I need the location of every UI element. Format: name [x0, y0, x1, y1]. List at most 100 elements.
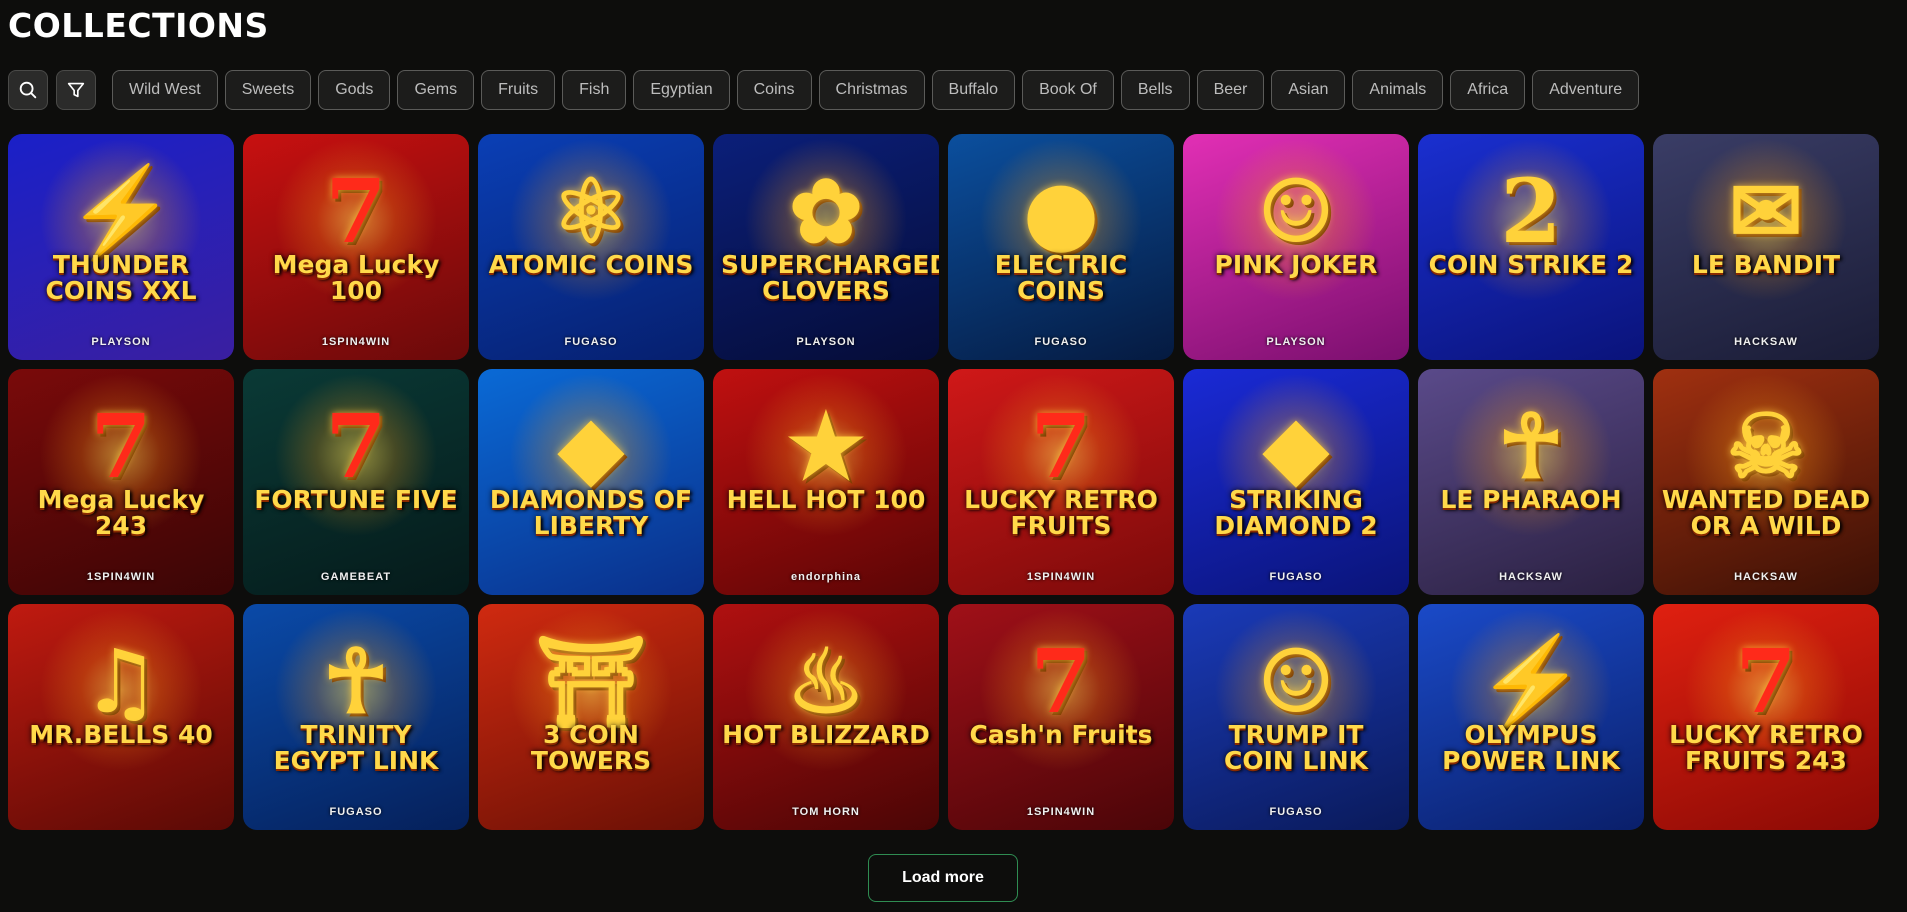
game-art-icon: ☺ — [1256, 628, 1336, 733]
category-chip[interactable]: Egyptian — [633, 70, 730, 110]
game-tile[interactable]: ☥ LE PHARAOH HACKSAW — [1418, 369, 1644, 595]
game-art-icon: ☥ — [1498, 393, 1564, 498]
game-title: HOT BLIZZARD — [722, 720, 930, 749]
game-provider-logo: FUGASO — [329, 806, 383, 818]
game-tile[interactable]: ☥ TRINITY EGYPT LINK FUGASO — [243, 604, 469, 830]
game-tile[interactable]: ♨ HOT BLIZZARD TOM HORN — [713, 604, 939, 830]
category-chips: Wild West Sweets Gods Gems Fruits Fish Egyptia… — [112, 70, 1640, 110]
game-title: Cash'n Fruits — [969, 720, 1153, 749]
game-provider-logo: 1SPIN4WIN — [86, 571, 156, 583]
game-provider-logo: 1SPIN4WIN — [1026, 806, 1096, 818]
game-tile[interactable]: 7 Mega Lucky 100 1SPIN4WIN — [243, 134, 469, 360]
game-title: STRIKING DIAMOND 2 — [1214, 485, 1378, 540]
game-art-icon: ⚡ — [66, 158, 176, 263]
game-provider-logo: HACKSAW — [1734, 571, 1798, 583]
game-art-icon: 7 — [1735, 628, 1797, 733]
game-provider-logo: 1SPIN4WIN — [321, 336, 391, 348]
game-provider-logo: HACKSAW — [1734, 336, 1798, 348]
game-title: COIN STRIKE 2 — [1428, 250, 1634, 279]
game-art-icon: ✉ — [1729, 158, 1803, 263]
game-tile[interactable]: ✿ SUPERCHARGED CLOVERS PLAYSON — [713, 134, 939, 360]
game-provider-logo: FUGASO — [1269, 806, 1323, 818]
game-art-icon: 7 — [1030, 393, 1092, 498]
category-chip[interactable]: Asian — [1271, 70, 1346, 110]
game-title: LE PHARAOH — [1440, 485, 1622, 514]
game-provider-logo: PLAYSON — [796, 336, 856, 348]
game-tile[interactable]: 7 Mega Lucky 243 1SPIN4WIN — [8, 369, 234, 595]
game-title: THUNDER COINS XXL — [45, 250, 197, 305]
game-tile[interactable]: 7 LUCKY RETRO FRUITS 1SPIN4WIN — [948, 369, 1174, 595]
search-icon — [19, 81, 37, 99]
game-title: TRINITY EGYPT LINK — [273, 720, 439, 775]
category-chip[interactable]: Gems — [397, 70, 475, 110]
game-art-icon: 2 — [1500, 158, 1562, 263]
game-art-icon: 7 — [90, 393, 152, 498]
game-title: Mega Lucky 100 — [272, 250, 440, 305]
game-title: LUCKY RETRO FRUITS 243 — [1669, 720, 1863, 775]
game-art-icon: ★ — [786, 393, 866, 498]
category-chip[interactable]: Beer — [1196, 70, 1265, 110]
category-chip[interactable]: Book Of — [1022, 70, 1114, 110]
category-chip[interactable]: Sweets — [224, 70, 312, 110]
game-provider-logo: PLAYSON — [91, 336, 151, 348]
game-tile[interactable]: ⚛ ATOMIC COINS FUGASO — [478, 134, 704, 360]
filter-button[interactable] — [56, 70, 96, 110]
game-art-icon: ♨ — [786, 628, 866, 733]
category-chip[interactable]: Fish — [562, 70, 627, 110]
game-art-icon: ⚡ — [1476, 628, 1586, 733]
game-tile[interactable]: ◆ DIAMONDS OF LIBERTY — [478, 369, 704, 595]
game-title: ELECTRIC COINS — [994, 250, 1128, 305]
game-art-icon: 7 — [325, 393, 387, 498]
game-title: SUPERCHARGED CLOVERS — [721, 250, 939, 305]
game-title: 3 COIN TOWERS — [530, 720, 652, 775]
game-art-icon: ♫ — [81, 628, 161, 733]
game-grid: ⚡ THUNDER COINS XXL PLAYSON 7 Mega Lucky 100… — [8, 134, 1879, 830]
game-tile[interactable]: ★ HELL HOT 100 endorphina — [713, 369, 939, 595]
search-button[interactable] — [8, 70, 48, 110]
game-tile[interactable]: ⚡ OLYMPUS POWER LINK — [1418, 604, 1644, 830]
game-title: MR.BELLS 40 — [29, 720, 213, 749]
game-provider-logo: GAMEBEAT — [320, 571, 392, 583]
filter-toolbar: Wild West Sweets Gods Gems Fruits Fish Egyptia… — [8, 70, 1640, 110]
game-art-icon: ☺ — [1256, 158, 1336, 263]
game-tile[interactable]: ⚡ THUNDER COINS XXL PLAYSON — [8, 134, 234, 360]
category-chip[interactable]: Wild West — [112, 70, 218, 110]
game-title: HELL HOT 100 — [726, 485, 926, 514]
game-title: LUCKY RETRO FRUITS — [964, 485, 1158, 540]
game-tile[interactable]: 2 COIN STRIKE 2 — [1418, 134, 1644, 360]
game-art-icon: 7 — [1030, 628, 1092, 733]
game-tile[interactable]: ☠ WANTED DEAD OR A WILD HACKSAW — [1653, 369, 1879, 595]
game-tile[interactable]: ☺ PINK JOKER PLAYSON — [1183, 134, 1409, 360]
game-art-icon: ⚛ — [551, 158, 631, 263]
category-chip[interactable]: Africa — [1450, 70, 1526, 110]
game-title: ATOMIC COINS — [488, 250, 694, 279]
game-title: WANTED DEAD OR A WILD — [1661, 485, 1871, 540]
game-provider-logo: FUGASO — [564, 336, 618, 348]
game-tile[interactable]: ✉ LE BANDIT HACKSAW — [1653, 134, 1879, 360]
category-chip[interactable]: Coins — [736, 70, 812, 110]
game-title: PINK JOKER — [1214, 250, 1378, 279]
category-chip[interactable]: Christmas — [818, 70, 925, 110]
game-tile[interactable]: 7 FORTUNE FIVE GAMEBEAT — [243, 369, 469, 595]
game-provider-logo: PLAYSON — [1266, 336, 1326, 348]
game-tile[interactable]: ⛩ 3 COIN TOWERS — [478, 604, 704, 830]
game-art-icon: 7 — [325, 158, 387, 263]
game-tile[interactable]: ◆ STRIKING DIAMOND 2 FUGASO — [1183, 369, 1409, 595]
game-art-icon: ☥ — [323, 628, 389, 733]
game-tile[interactable]: ☺ TRUMP IT COIN LINK FUGASO — [1183, 604, 1409, 830]
game-title: Mega Lucky 243 — [37, 485, 205, 540]
category-chip[interactable]: Gods — [318, 70, 391, 110]
load-more-button[interactable]: Load more — [868, 854, 1018, 902]
game-tile[interactable]: 7 LUCKY RETRO FRUITS 243 — [1653, 604, 1879, 830]
game-tile[interactable]: ♫ MR.BELLS 40 — [8, 604, 234, 830]
category-chip[interactable]: Bells — [1120, 70, 1190, 110]
category-chip[interactable]: Animals — [1352, 70, 1444, 110]
game-provider-logo: FUGASO — [1269, 571, 1323, 583]
game-tile[interactable]: 7 Cash'n Fruits 1SPIN4WIN — [948, 604, 1174, 830]
game-provider-logo: 1SPIN4WIN — [1026, 571, 1096, 583]
category-chip[interactable]: Adventure — [1532, 70, 1640, 110]
game-art-icon: ● — [1022, 158, 1100, 263]
category-chip[interactable]: Fruits — [481, 70, 556, 110]
category-chip[interactable]: Buffalo — [931, 70, 1016, 110]
game-tile[interactable]: ● ELECTRIC COINS FUGASO — [948, 134, 1174, 360]
